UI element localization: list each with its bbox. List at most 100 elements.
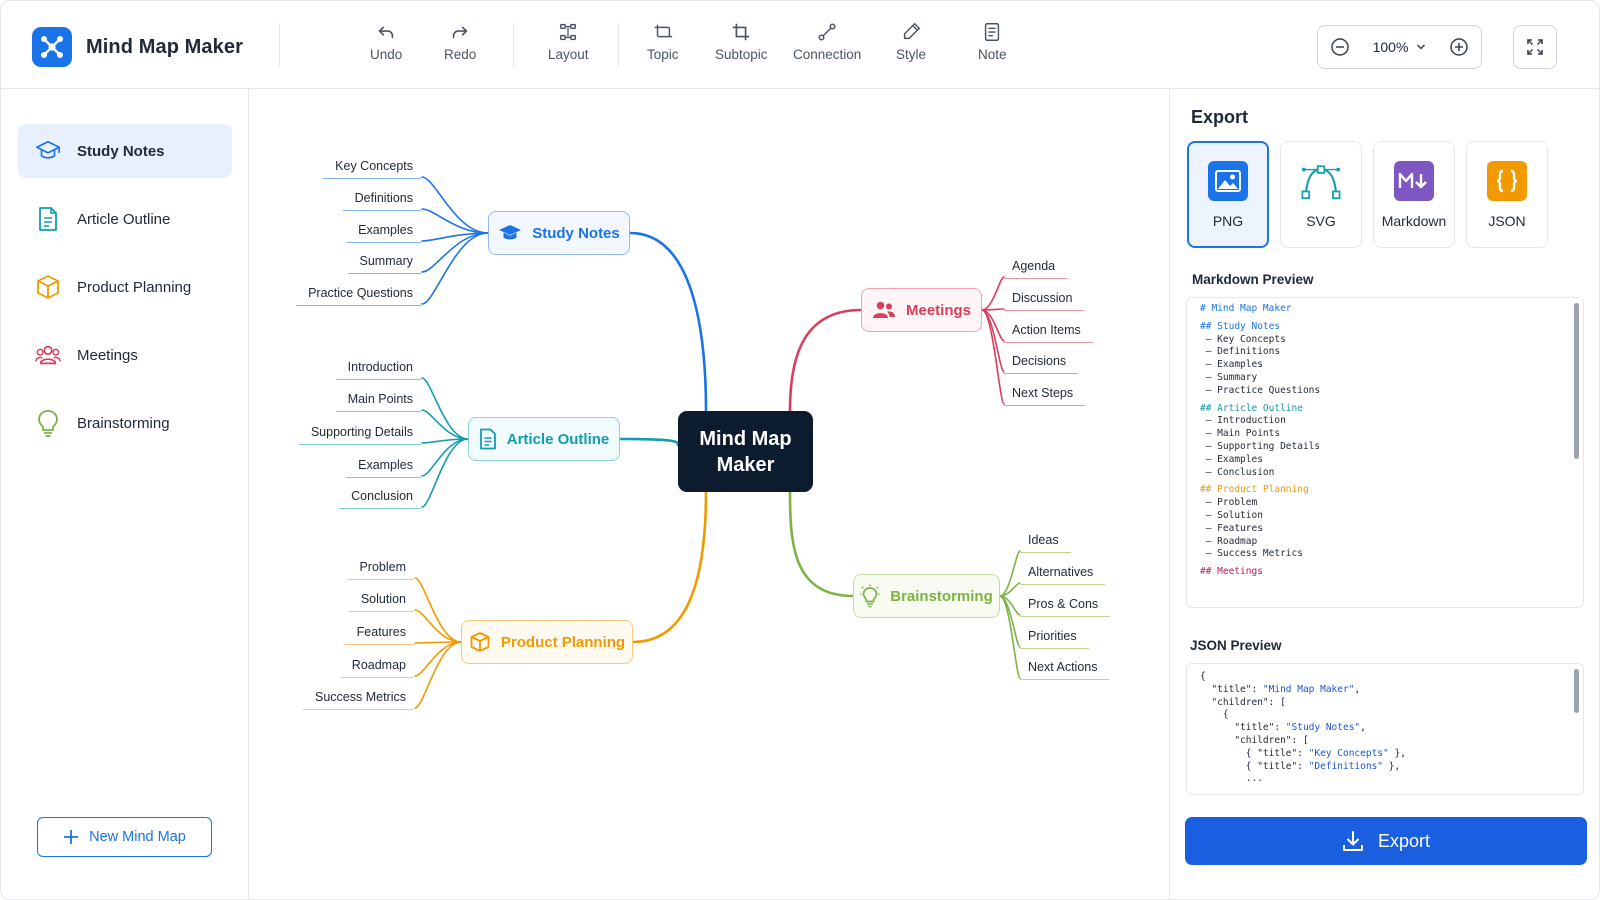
topic-node-brainstorming[interactable]: Brainstorming [853, 574, 1000, 618]
topic-node-product-planning[interactable]: Product Planning [461, 620, 633, 664]
sidebar-item-product-planning[interactable]: Product Planning [18, 260, 232, 314]
subtopic-product[interactable]: Solution [348, 592, 414, 612]
format-json-option[interactable]: JSON [1466, 141, 1548, 248]
topic-label: Article Outline [506, 430, 610, 448]
subtopic-underline [303, 708, 414, 710]
mind-map-canvas[interactable]: Mind Map Maker Study Notes Article Outli… [250, 89, 1168, 899]
format-markdown-option[interactable]: Markdown [1373, 141, 1455, 248]
sidebar: Study Notes Article Outline Product Plan… [1, 89, 249, 899]
sidebar-item-brainstorming[interactable]: Brainstorming [18, 396, 232, 450]
markdown-preview[interactable]: # Mind Map Maker ## Study Notes – Key Co… [1186, 297, 1584, 608]
connection-icon [818, 23, 836, 41]
branch-connector [788, 308, 863, 413]
topic-node-article-outline[interactable]: Article Outline [468, 417, 620, 461]
subtopic-underline [1004, 404, 1086, 406]
subtopic-connector [999, 595, 1021, 679]
json-line: { [1200, 671, 1583, 684]
brush-icon [903, 23, 920, 40]
json-string: "Mind Map Maker" [1262, 683, 1355, 695]
subtopic-connector [421, 409, 469, 440]
format-label: SVG [1306, 212, 1336, 229]
subtopic-meetings[interactable]: Discussion [1004, 291, 1085, 311]
markdown-line: – Conclusion [1200, 466, 1275, 478]
topic-node-meetings[interactable]: Meetings [861, 288, 982, 332]
zoom-in-button[interactable] [1449, 37, 1469, 57]
subtopic-article[interactable]: Conclusion [339, 489, 421, 509]
central-topic-node[interactable]: Mind Map Maker [678, 411, 813, 492]
topic-node-study-notes[interactable]: Study Notes [488, 211, 630, 255]
markdown-line: – Problem [1200, 497, 1258, 509]
subtopic-brain[interactable]: Ideas [1020, 533, 1071, 553]
undo-label: Undo [370, 47, 403, 62]
fullscreen-button[interactable] [1513, 25, 1557, 69]
sidebar-item-label: Article Outline [77, 210, 171, 228]
subtopic-connector [421, 438, 469, 477]
sidebar-item-article-outline[interactable]: Article Outline [18, 192, 232, 246]
json-string: "Definitions" [1308, 760, 1384, 772]
subtopic-brain[interactable]: Priorities [1020, 629, 1089, 649]
subtopic-brain[interactable]: Next Actions [1020, 660, 1110, 680]
markdown-scrollbar[interactable] [1574, 303, 1579, 459]
subtopic-brain[interactable]: Alternatives [1020, 565, 1106, 585]
zoom-select[interactable]: 100% [1373, 39, 1427, 55]
format-png-option[interactable]: PNG [1187, 141, 1269, 248]
subtopic-meetings[interactable]: Action Items [1004, 323, 1093, 343]
subtopic-article[interactable]: Examples [346, 458, 421, 478]
subtopic-product[interactable]: Features [344, 625, 414, 645]
people-icon [35, 342, 61, 368]
subtopic-meetings[interactable]: Agenda [1004, 259, 1068, 279]
style-button[interactable]: Style [896, 21, 926, 62]
subtopic-button[interactable]: Subtopic [715, 21, 768, 62]
app-logo-icon [32, 27, 72, 67]
subtopic-article[interactable]: Main Points [335, 392, 421, 412]
undo-button[interactable]: Undo [370, 21, 402, 62]
format-label: JSON [1488, 212, 1526, 229]
subtopic-study[interactable]: Summary [347, 254, 421, 274]
json-line: { "title": "Definitions" }, [1200, 761, 1583, 774]
markdown-line: – Features [1200, 522, 1263, 534]
subtopic-article[interactable]: Supporting Details [298, 425, 421, 445]
connection-label: Connection [793, 47, 862, 62]
json-scrollbar[interactable] [1574, 669, 1579, 713]
subtopic-study[interactable]: Practice Questions [296, 286, 421, 306]
export-button[interactable]: Export [1185, 817, 1587, 865]
subtopic-underline [1020, 678, 1110, 680]
sidebar-item-study-notes[interactable]: Study Notes [18, 124, 232, 178]
subtopic-product[interactable]: Success Metrics [303, 690, 414, 710]
zoom-out-button[interactable] [1330, 37, 1350, 57]
subtopic-study[interactable]: Definitions [342, 191, 421, 211]
json-line: { "title": "Key Concepts" }, [1200, 748, 1583, 761]
layout-button[interactable]: Layout [548, 21, 589, 62]
json-key: { [1200, 671, 1206, 682]
format-svg-option[interactable]: SVG [1280, 141, 1362, 248]
redo-button[interactable]: Redo [444, 21, 476, 62]
json-string: "Study Notes" [1285, 722, 1361, 734]
json-punct: , [1360, 722, 1366, 734]
expand-icon [1527, 39, 1543, 55]
subtopic-product[interactable]: Roadmap [339, 658, 414, 678]
subtopic-meetings[interactable]: Next Steps [1004, 386, 1086, 406]
cube-icon [35, 274, 61, 300]
json-line: "children": [ [1200, 735, 1583, 748]
subtopic-product[interactable]: Problem [347, 560, 414, 580]
subtopic-study[interactable]: Key Concepts [323, 159, 421, 179]
subtopic-article[interactable]: Introduction [335, 360, 421, 380]
json-preview[interactable]: { "title": "Mind Map Maker", "children":… [1186, 663, 1584, 795]
subtopic-connector [999, 550, 1021, 597]
subtopic-study[interactable]: Examples [346, 223, 421, 243]
sidebar-item-label: Brainstorming [77, 414, 170, 432]
topic-button[interactable]: Topic [647, 21, 679, 62]
subtopic-brain[interactable]: Pros & Cons [1020, 597, 1111, 617]
markdown-line: ## Meetings [1200, 566, 1263, 578]
app-window: Mind Map Maker Undo Redo Layout Topic Su… [0, 0, 1600, 900]
new-mind-map-button[interactable]: New Mind Map [37, 817, 212, 857]
sidebar-item-meetings[interactable]: Meetings [18, 328, 232, 382]
minus-circle-icon [1331, 38, 1349, 56]
subtopic-meetings[interactable]: Decisions [1004, 354, 1079, 374]
connection-button[interactable]: Connection [793, 21, 861, 62]
json-punct: , [1354, 683, 1361, 695]
people-icon [872, 301, 895, 318]
markdown-line: # Mind Map Maker [1200, 303, 1292, 314]
note-button[interactable]: Note [978, 21, 1007, 62]
json-key: "children": [ [1200, 734, 1309, 746]
